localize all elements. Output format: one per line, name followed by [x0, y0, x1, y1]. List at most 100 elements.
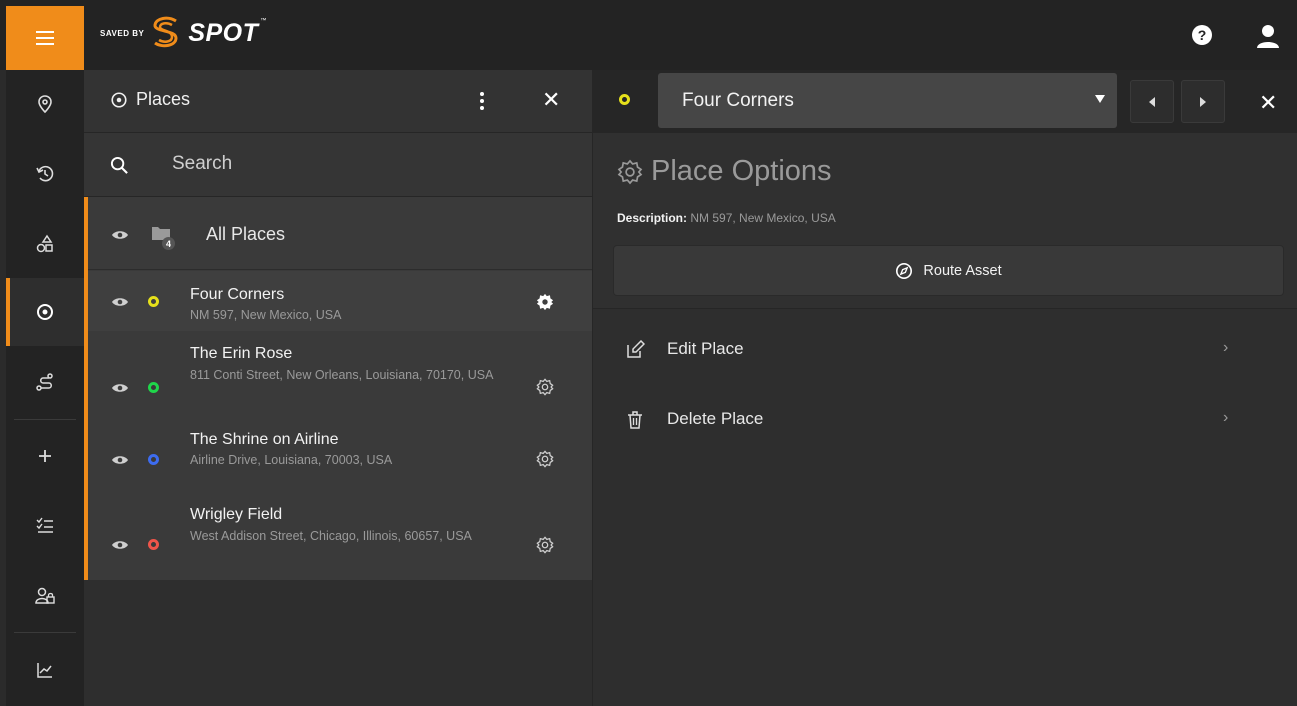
next-place-button[interactable]: [1181, 80, 1225, 123]
rail-item-tasks[interactable]: [6, 492, 84, 560]
spot-logo: SAVED BY SPOT ™: [100, 12, 266, 54]
place-options-label: Place Options: [651, 155, 832, 187]
delete-place-option[interactable]: Delete Place ›: [593, 385, 1297, 453]
all-places-folder[interactable]: 4 All Places: [88, 197, 592, 270]
help-icon[interactable]: ?: [1192, 25, 1212, 45]
rail-divider: [14, 419, 76, 420]
description-label: Description:: [617, 211, 688, 225]
place-color-dot: [148, 296, 159, 307]
route-asset-button[interactable]: Route Asset: [613, 245, 1284, 296]
edit-place-option[interactable]: Edit Place ›: [593, 315, 1297, 383]
top-bar: SAVED BY SPOT ™ ?: [0, 0, 1297, 70]
place-detail-panel: Four Corners ✕ Place Options Description…: [592, 70, 1297, 706]
description-value: NM 597, New Mexico, USA: [690, 211, 836, 225]
eye-icon[interactable]: [112, 297, 128, 307]
delete-place-label: Delete Place: [667, 409, 764, 428]
caret-left-icon: [1149, 96, 1155, 107]
detail-header: Four Corners ✕: [593, 70, 1297, 133]
trash-icon: [628, 411, 642, 429]
places-target-icon: [111, 91, 127, 108]
place-color-dot: [148, 454, 159, 465]
map-pin-icon: [38, 95, 52, 114]
places-target-icon: [37, 304, 53, 320]
assets-shapes-icon: [36, 234, 53, 253]
close-places-button[interactable]: ✕: [542, 87, 560, 113]
rail-item-reports[interactable]: [6, 636, 84, 704]
place-address: NM 597, New Mexico, USA: [190, 308, 342, 322]
place-row[interactable]: Four Corners NM 597, New Mexico, USA: [88, 271, 592, 331]
spot-swirl-icon: [153, 16, 178, 48]
place-address: 811 Conti Street, New Orleans, Louisiana…: [190, 368, 494, 382]
chevron-right-icon: ›: [1223, 409, 1229, 426]
logo-saved-by: SAVED BY: [100, 28, 145, 38]
left-nav-rail: [6, 70, 84, 706]
edit-icon: [627, 340, 645, 358]
places-list: 4 All Places Four Corners NM 597, New Me…: [84, 197, 592, 580]
place-name: The Erin Rose: [190, 345, 293, 362]
eye-icon[interactable]: [112, 383, 128, 393]
place-selector-value: Four Corners: [682, 89, 794, 111]
folder-count-badge: 4: [162, 237, 175, 250]
all-places-label: All Places: [206, 224, 286, 244]
previous-place-button[interactable]: [1130, 80, 1174, 123]
more-options-kebab-icon[interactable]: [476, 92, 488, 114]
places-panel: Places ✕ 4 All Places Four Corners NM 59…: [84, 70, 592, 706]
add-icon: [39, 450, 51, 462]
place-name: Four Corners: [190, 286, 285, 303]
gear-icon[interactable]: [536, 293, 554, 311]
place-address: West Addison Street, Chicago, Illinois, …: [190, 529, 472, 543]
compass-icon: [896, 262, 913, 279]
place-row[interactable]: The Shrine on Airline Airline Drive, Lou…: [88, 417, 592, 489]
rail-item-map[interactable]: [6, 70, 84, 138]
rail-divider: [14, 632, 76, 633]
places-search-bar: [84, 133, 592, 197]
rail-item-assets[interactable]: [6, 210, 84, 278]
place-description: Description: NM 597, New Mexico, USA: [617, 211, 836, 225]
gear-outline-icon[interactable]: [536, 536, 554, 554]
close-detail-button[interactable]: ✕: [1259, 90, 1277, 116]
places-title: Places: [110, 89, 190, 110]
caret-right-icon: [1200, 96, 1206, 107]
search-icon: [110, 156, 128, 174]
place-address: Airline Drive, Louisiana, 70003, USA: [190, 453, 393, 467]
route-icon: [36, 373, 53, 391]
eye-icon[interactable]: [112, 540, 128, 550]
rail-item-places[interactable]: [6, 278, 84, 346]
hamburger-icon: [36, 31, 54, 45]
rail-item-history[interactable]: [6, 140, 84, 208]
checklist-icon: [36, 517, 53, 533]
route-asset-label: Route Asset: [923, 262, 1002, 279]
user-icon[interactable]: [1255, 24, 1281, 48]
chevron-right-icon: ›: [1223, 339, 1229, 356]
place-row[interactable]: The Erin Rose 811 Conti Street, New Orle…: [88, 335, 592, 417]
place-row[interactable]: Wrigley Field West Addison Street, Chica…: [88, 492, 592, 578]
place-options-title: Place Options: [617, 155, 832, 188]
place-name: The Shrine on Airline: [190, 431, 339, 448]
rail-item-routes[interactable]: [6, 348, 84, 416]
selected-place-color-dot: [619, 94, 630, 105]
users-icon: [35, 587, 55, 604]
place-options-section: Place Options Description: NM 597, New M…: [593, 133, 1297, 309]
edit-place-label: Edit Place: [667, 339, 744, 358]
caret-down-icon: [1095, 95, 1105, 103]
logo-spot: SPOT: [188, 18, 259, 47]
place-name: Wrigley Field: [190, 506, 283, 523]
folder-icon: 4: [152, 225, 175, 250]
places-title-label: Places: [136, 89, 191, 109]
gear-outline-icon: [617, 159, 643, 184]
place-selector-dropdown[interactable]: Four Corners: [658, 73, 1117, 128]
reports-chart-icon: [37, 663, 52, 678]
place-color-dot: [148, 382, 159, 393]
rail-item-users[interactable]: [6, 562, 84, 630]
gear-outline-icon[interactable]: [536, 450, 554, 468]
rail-item-add[interactable]: [6, 422, 84, 490]
eye-icon[interactable]: [112, 230, 128, 240]
logo-tm: ™: [260, 18, 267, 24]
gear-outline-icon[interactable]: [536, 378, 554, 396]
history-icon: [36, 165, 54, 182]
place-color-dot: [148, 539, 159, 550]
hamburger-menu-button[interactable]: [6, 6, 84, 70]
search-input[interactable]: [172, 153, 572, 175]
eye-icon[interactable]: [112, 455, 128, 465]
places-header: Places ✕: [84, 70, 592, 133]
